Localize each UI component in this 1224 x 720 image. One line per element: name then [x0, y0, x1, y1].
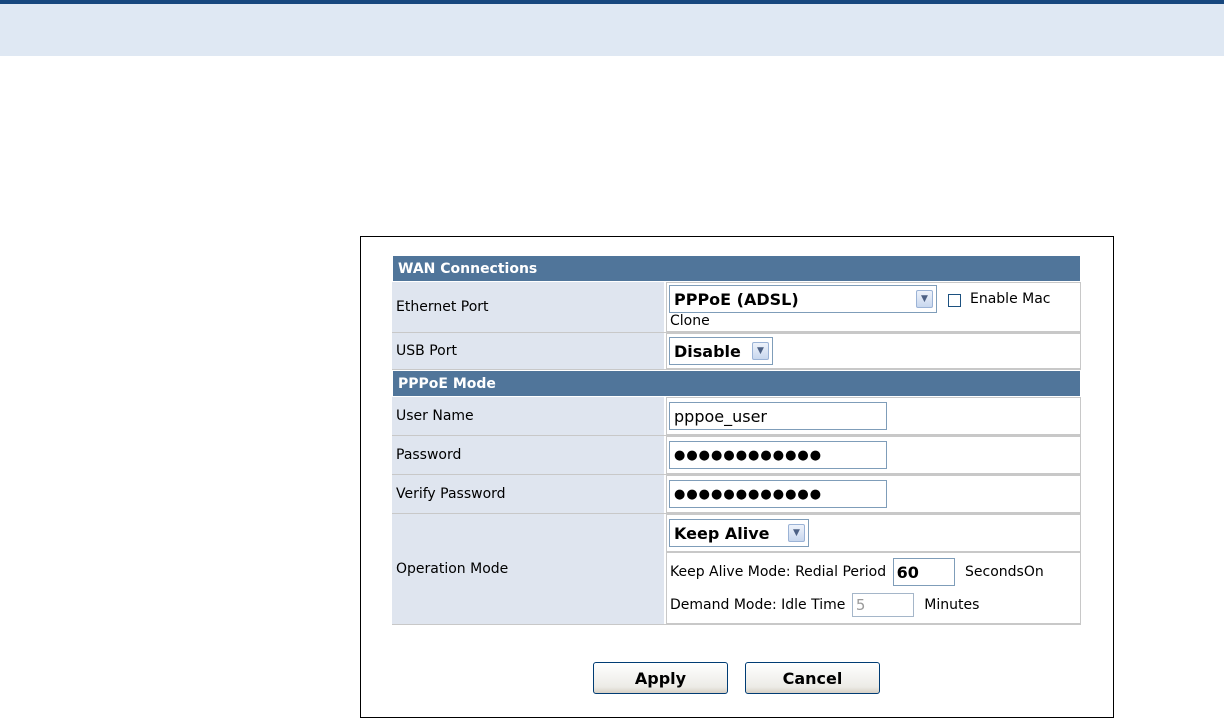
- idle-time-value: 5: [855, 596, 866, 614]
- chevron-down-icon: ▼: [752, 342, 769, 360]
- user-name-input[interactable]: pppoe_user: [669, 402, 887, 430]
- section-header-pppoe-mode: PPPoE Mode: [392, 370, 1081, 397]
- seconds-on-label: SecondsOn: [965, 564, 1044, 580]
- value-password: ●●●●●●●●●●●●: [666, 436, 1081, 474]
- demand-mode-line: Demand Mode: Idle Time 5 Minutes: [670, 593, 979, 617]
- enable-mac-clone-label-wrap: Clone: [670, 313, 710, 329]
- row-ethernet-port: Ethernet Port PPPoE (ADSL) ▼ Enable Mac …: [392, 282, 1081, 333]
- row-user-name: User Name pppoe_user: [392, 397, 1081, 436]
- password-input[interactable]: ●●●●●●●●●●●●: [669, 441, 887, 469]
- chevron-down-icon: ▼: [788, 524, 805, 542]
- label-verify-password: Verify Password: [392, 475, 666, 513]
- apply-button[interactable]: Apply: [593, 662, 728, 694]
- label-password: Password: [392, 436, 666, 474]
- row-operation-mode: Operation Mode Keep Alive ▼ Keep Alive M…: [392, 514, 1081, 625]
- redial-period-input[interactable]: 60: [892, 558, 955, 586]
- ethernet-port-select[interactable]: PPPoE (ADSL) ▼: [669, 285, 937, 313]
- wan-settings-form: WAN Connections Ethernet Port PPPoE (ADS…: [392, 255, 1081, 625]
- row-verify-password: Verify Password ●●●●●●●●●●●●: [392, 475, 1081, 514]
- value-verify-password: ●●●●●●●●●●●●: [666, 475, 1081, 513]
- row-usb-port: USB Port Disable ▼: [392, 333, 1081, 370]
- operation-mode-options-cell: Keep Alive Mode: Redial Period 60 Second…: [666, 552, 1081, 624]
- value-ethernet-port: PPPoE (ADSL) ▼ Enable Mac Clone: [666, 282, 1081, 332]
- keep-alive-mode-label: Keep Alive Mode: Redial Period: [670, 564, 887, 580]
- operation-mode-selected: Keep Alive: [674, 523, 770, 543]
- operation-mode-select[interactable]: Keep Alive ▼: [669, 519, 809, 547]
- user-name-text: pppoe_user: [674, 406, 767, 426]
- enable-mac-clone-label: Enable Mac: [970, 291, 1051, 307]
- demand-mode-label: Demand Mode: Idle Time: [670, 597, 846, 613]
- minutes-label: Minutes: [924, 597, 980, 613]
- row-password: Password ●●●●●●●●●●●●: [392, 436, 1081, 475]
- usb-port-select[interactable]: Disable ▼: [669, 337, 773, 365]
- usb-port-selected: Disable: [674, 341, 741, 361]
- value-usb-port: Disable ▼: [666, 333, 1081, 369]
- password-mask: ●●●●●●●●●●●●: [674, 447, 823, 463]
- operation-mode-select-cell: Keep Alive ▼: [666, 514, 1081, 552]
- settings-frame: WAN Connections Ethernet Port PPPoE (ADS…: [360, 236, 1114, 718]
- section-header-wan-connections: WAN Connections: [392, 255, 1081, 282]
- chevron-down-icon: ▼: [916, 290, 933, 308]
- cancel-button[interactable]: Cancel: [745, 662, 880, 694]
- label-ethernet-port: Ethernet Port: [392, 282, 666, 332]
- ethernet-port-selected: PPPoE (ADSL): [674, 289, 799, 309]
- value-user-name: pppoe_user: [666, 397, 1081, 435]
- label-user-name: User Name: [392, 397, 666, 435]
- redial-period-value: 60: [896, 562, 919, 582]
- label-usb-port: USB Port: [392, 333, 666, 369]
- label-operation-mode: Operation Mode: [392, 514, 666, 624]
- idle-time-input[interactable]: 5: [851, 593, 914, 617]
- keep-alive-line: Keep Alive Mode: Redial Period 60 Second…: [670, 558, 1044, 586]
- page-header-band: [0, 0, 1224, 56]
- verify-password-input[interactable]: ●●●●●●●●●●●●: [669, 480, 887, 508]
- verify-password-mask: ●●●●●●●●●●●●: [674, 486, 823, 502]
- value-operation-mode: Keep Alive ▼ Keep Alive Mode: Redial Per…: [666, 514, 1081, 624]
- enable-mac-clone-checkbox[interactable]: [948, 294, 961, 307]
